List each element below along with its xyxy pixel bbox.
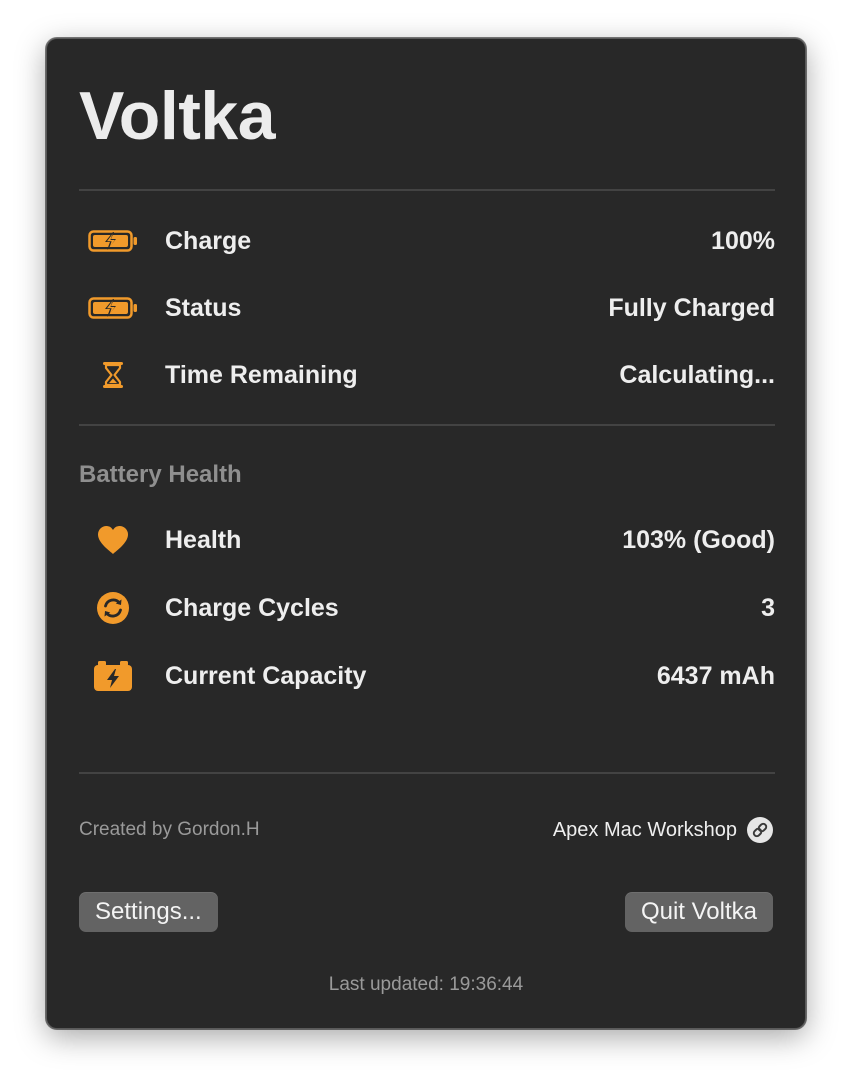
created-by-credit: Created by Gordon.H <box>79 819 260 840</box>
status-row: Status Fully Charged <box>79 288 775 328</box>
charge-cycles-label: Charge Cycles <box>165 594 339 622</box>
health-value: 103% (Good) <box>622 526 775 554</box>
workshop-link-text[interactable]: Apex Mac Workshop <box>553 819 737 842</box>
charge-cycles-value: 3 <box>761 594 775 622</box>
settings-button[interactable]: Settings... <box>79 892 218 932</box>
car-battery-icon <box>87 658 139 694</box>
divider <box>79 772 775 774</box>
app-title: Voltka <box>79 78 276 154</box>
time-remaining-label: Time Remaining <box>165 361 358 389</box>
current-capacity-label: Current Capacity <box>165 662 367 690</box>
charge-label: Charge <box>165 227 252 255</box>
link-icon[interactable] <box>747 817 773 843</box>
divider <box>79 424 775 426</box>
battery-health-heading: Battery Health <box>79 461 242 488</box>
charge-cycles-row: Charge Cycles 3 <box>79 588 775 628</box>
status-value: Fully Charged <box>608 294 775 322</box>
charge-row: Charge 100% <box>79 221 775 261</box>
battery-charging-icon <box>87 290 139 326</box>
health-label: Health <box>165 526 242 554</box>
current-capacity-value: 6437 mAh <box>656 662 775 690</box>
workshop-link[interactable]: Apex Mac Workshop <box>553 815 773 845</box>
status-label: Status <box>165 294 242 322</box>
time-remaining-row: Time Remaining Calculating... <box>79 355 775 395</box>
quit-button[interactable]: Quit Voltka <box>624 892 773 932</box>
time-remaining-value: Calculating... <box>619 361 775 389</box>
voltka-window: Voltka Charge 100% Status Fully Charged … <box>46 38 806 1029</box>
cycle-arrows-icon <box>87 590 139 626</box>
battery-charging-icon <box>87 223 139 259</box>
charge-value: 100% <box>711 227 775 255</box>
hourglass-icon <box>87 357 139 393</box>
divider <box>79 189 775 191</box>
heart-icon <box>87 522 139 558</box>
last-updated-text: Last updated: 19:36:44 <box>328 974 524 995</box>
current-capacity-row: Current Capacity 6437 mAh <box>79 656 775 696</box>
health-row: Health 103% (Good) <box>79 520 775 560</box>
